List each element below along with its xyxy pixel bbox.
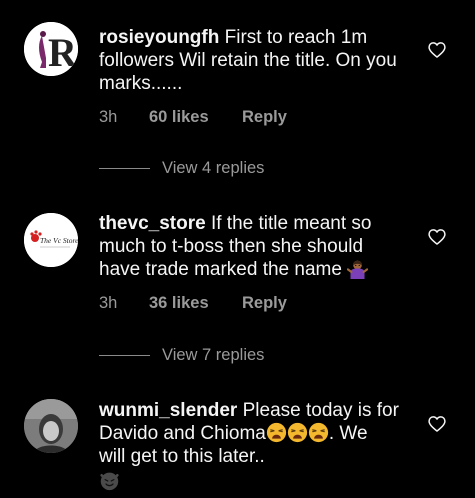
view-replies-button[interactable]: View 4 replies xyxy=(99,159,264,178)
divider-line xyxy=(99,168,150,169)
avatar-logo-store: The Vc Store xyxy=(24,213,78,267)
comment-content: rosieyoungfh First to reach 1m followers… xyxy=(99,26,399,127)
avatar[interactable] xyxy=(24,399,78,453)
comment-username[interactable]: wunmi_slender xyxy=(99,400,237,421)
view-replies-label: View 7 replies xyxy=(162,346,265,364)
person-shrugging-emoji xyxy=(347,260,369,279)
weary-face-emoji xyxy=(266,422,286,443)
comment-time: 3h xyxy=(99,294,118,312)
avatar-letter: R xyxy=(48,30,78,75)
divider-line xyxy=(99,355,150,356)
reply-button[interactable]: Reply xyxy=(242,108,287,127)
avatar[interactable]: R xyxy=(24,22,78,76)
comment-username[interactable]: thevc_store xyxy=(99,213,206,234)
comment-text: wunmi_slender Please today is for Davido… xyxy=(99,399,399,493)
avatar-logo-r: R xyxy=(24,22,78,76)
comment-meta: 3h 36 likes Reply xyxy=(99,294,399,313)
avatar[interactable]: The Vc Store xyxy=(24,213,78,267)
heart-icon[interactable] xyxy=(427,40,447,60)
weary-face-emoji xyxy=(287,422,307,443)
comment-time: 3h xyxy=(99,108,118,126)
comment-likes[interactable]: 36 likes xyxy=(149,294,242,313)
reply-button[interactable]: Reply xyxy=(242,294,287,313)
comment-text: thevc_store If the title meant so much t… xyxy=(99,212,399,281)
view-replies-label: View 4 replies xyxy=(162,159,265,177)
smirking-devil-face-emoji xyxy=(100,472,119,491)
avatar-logo-text: The Vc Store xyxy=(40,236,78,245)
comment-username[interactable]: rosieyoungfh xyxy=(99,27,219,48)
comment-meta: 3h 60 likes Reply xyxy=(99,108,399,127)
comment-text: rosieyoungfh First to reach 1m followers… xyxy=(99,26,399,95)
comment-likes[interactable]: 60 likes xyxy=(149,108,242,127)
avatar-photo xyxy=(24,399,78,453)
view-replies-button[interactable]: View 7 replies xyxy=(99,346,264,365)
weary-face-emoji xyxy=(308,422,328,443)
heart-icon[interactable] xyxy=(427,227,447,247)
heart-icon[interactable] xyxy=(427,414,447,434)
comment-content: thevc_store If the title meant so much t… xyxy=(99,212,399,313)
comment-content: wunmi_slender Please today is for Davido… xyxy=(99,399,399,493)
